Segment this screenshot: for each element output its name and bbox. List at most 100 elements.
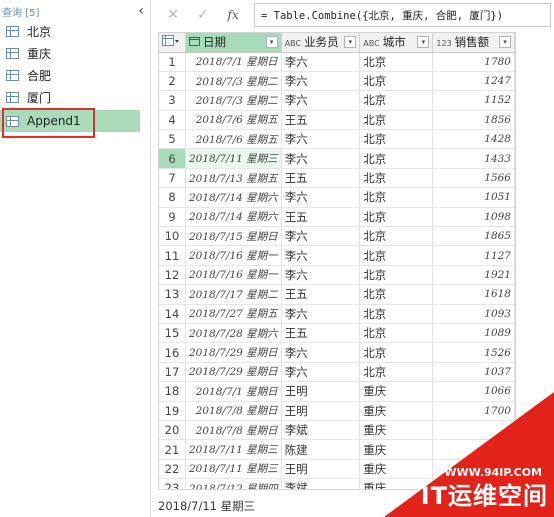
column-header-date[interactable]: 日期 ▾ (185, 33, 282, 53)
cell-rep[interactable]: 李六 (281, 304, 361, 324)
row-number[interactable]: 21 (159, 439, 186, 460)
row-number[interactable]: 19 (159, 401, 186, 421)
filter-dropdown-icon[interactable]: ▾ (499, 36, 511, 49)
cell-rep[interactable]: 王明 (281, 381, 361, 402)
filter-dropdown-icon[interactable]: ▾ (344, 36, 357, 49)
cancel-icon[interactable]: ✕ (158, 3, 188, 27)
cell-sales[interactable]: 1051 (432, 187, 515, 208)
row-number[interactable]: 8 (159, 187, 186, 208)
table-row[interactable]: 15 2018/7/28 星期六 王五 北京 1089 (159, 323, 515, 344)
cell-sales[interactable]: 1865 (432, 226, 515, 247)
table-row[interactable]: 9 2018/7/14 星期六 王五 北京 1098 (159, 207, 515, 228)
cell-sales[interactable]: 1089 (432, 323, 515, 344)
row-number[interactable]: 14 (159, 304, 186, 324)
query-item-beijing[interactable]: 北京 (0, 20, 140, 42)
table-row[interactable]: 13 2018/7/17 星期二 王五 北京 1618 (159, 284, 515, 305)
cell-date[interactable]: 2018/7/8 星期日 (185, 420, 282, 441)
table-row[interactable]: 5 2018/7/6 星期五 李六 北京 1428 (159, 129, 515, 150)
row-number[interactable]: 6 (159, 148, 186, 169)
table-row[interactable]: 11 2018/7/16 星期一 李六 北京 1127 (159, 245, 515, 266)
cell-city[interactable]: 北京 (359, 342, 434, 363)
cell-rep[interactable]: 李六 (281, 90, 361, 111)
cell-city[interactable]: 北京 (359, 245, 434, 266)
cell-sales[interactable]: 1127 (432, 245, 515, 266)
cell-date[interactable]: 2018/7/28 星期六 (185, 323, 282, 344)
cell-date[interactable]: 2018/7/11 星期三 (185, 439, 282, 460)
cell-city[interactable]: 北京 (359, 52, 434, 72)
table-row[interactable]: 7 2018/7/13 星期五 王五 北京 1566 (159, 168, 515, 189)
text-type-icon[interactable]: ABC (363, 39, 379, 48)
table-row[interactable]: 17 2018/7/29 星期日 李六 北京 1037 (159, 362, 515, 383)
table-row[interactable]: 10 2018/7/15 星期日 李六 北京 1865 (159, 226, 515, 247)
cell-city[interactable]: 北京 (359, 265, 434, 286)
cell-rep[interactable]: 王五 (281, 323, 361, 344)
cell-date[interactable]: 2018/7/29 星期日 (185, 342, 282, 363)
query-item-hefei[interactable]: 合肥 (0, 64, 140, 86)
table-row[interactable]: 6 2018/7/11 星期三 李六 北京 1433 (159, 148, 515, 169)
cell-sales[interactable]: 1037 (432, 362, 515, 383)
row-number[interactable]: 17 (159, 362, 186, 383)
cell-city[interactable]: 北京 (359, 304, 434, 324)
table-row[interactable]: 1 2018/7/1 星期日 李六 北京 1780 (159, 52, 515, 72)
cell-sales[interactable]: 1093 (432, 304, 515, 324)
cell-city[interactable]: 北京 (359, 71, 434, 92)
cell-date[interactable]: 2018/7/13 星期五 (185, 168, 282, 189)
cell-date[interactable]: 2018/7/27 星期五 (185, 304, 282, 324)
cell-date[interactable]: 2018/7/3 星期二 (185, 71, 282, 92)
table-menu-icon[interactable] (159, 33, 186, 53)
row-number[interactable]: 2 (159, 71, 186, 92)
cell-city[interactable]: 北京 (359, 168, 434, 189)
row-number[interactable]: 13 (159, 284, 186, 305)
cell-date[interactable]: 2018/7/6 星期五 (185, 129, 282, 150)
cell-date[interactable]: 2018/7/3 星期二 (185, 90, 282, 111)
row-number[interactable]: 7 (159, 168, 186, 189)
cell-date[interactable]: 2018/7/1 星期日 (185, 381, 282, 402)
query-item-append1[interactable]: Append1 (0, 110, 140, 132)
cell-sales[interactable]: 1152 (432, 90, 515, 111)
formula-input[interactable]: = Table.Combine({北京, 重庆, 合肥, 厦门}) (254, 3, 551, 27)
column-header-rep[interactable]: ABC 业务员 ▾ (281, 33, 361, 53)
cell-rep[interactable]: 王五 (281, 207, 361, 228)
table-row[interactable]: 2 2018/7/3 星期二 李六 北京 1247 (159, 71, 515, 92)
table-row[interactable]: 3 2018/7/3 星期二 李六 北京 1152 (159, 90, 515, 111)
filter-dropdown-icon[interactable]: ▾ (265, 36, 278, 49)
cell-rep[interactable]: 李斌 (281, 420, 361, 441)
cell-date[interactable]: 2018/7/14 星期六 (185, 187, 282, 208)
cell-sales[interactable]: 1247 (432, 71, 515, 92)
cell-city[interactable]: 北京 (359, 90, 434, 111)
cell-city[interactable]: 北京 (359, 226, 434, 247)
date-type-icon[interactable] (189, 37, 200, 48)
cell-sales[interactable]: 1526 (432, 342, 515, 363)
cell-rep[interactable]: 王明 (281, 401, 361, 421)
cell-city[interactable]: 北京 (359, 148, 434, 169)
cell-date[interactable]: 2018/7/6 星期五 (185, 110, 282, 131)
table-row[interactable]: 16 2018/7/29 星期日 李六 北京 1526 (159, 342, 515, 363)
cell-city[interactable]: 北京 (359, 207, 434, 228)
cell-rep[interactable]: 李六 (281, 265, 361, 286)
cell-rep[interactable]: 李六 (281, 71, 361, 92)
column-header-sales[interactable]: 123 销售额 ▾ (432, 33, 515, 53)
cell-rep[interactable]: 李六 (281, 52, 361, 72)
cell-rep[interactable]: 陈建 (281, 439, 361, 460)
table-row[interactable]: 8 2018/7/14 星期六 李六 北京 1051 (159, 187, 515, 208)
cell-sales[interactable]: 1921 (432, 265, 515, 286)
row-number[interactable]: 23 (159, 478, 186, 489)
cell-city[interactable]: 北京 (359, 323, 434, 344)
row-number[interactable]: 9 (159, 207, 186, 228)
cell-rep[interactable]: 李六 (281, 187, 361, 208)
cell-rep[interactable]: 王五 (281, 168, 361, 189)
cell-sales[interactable]: 1618 (432, 284, 515, 305)
fx-icon[interactable]: fx (218, 3, 248, 27)
confirm-icon[interactable]: ✓ (188, 3, 218, 27)
cell-rep[interactable]: 王五 (281, 284, 361, 305)
cell-sales[interactable]: 1780 (432, 52, 515, 72)
cell-city[interactable]: 北京 (359, 110, 434, 131)
row-number[interactable]: 16 (159, 342, 186, 363)
cell-rep[interactable]: 李六 (281, 342, 361, 363)
row-number[interactable]: 12 (159, 265, 186, 286)
cell-date[interactable]: 2018/7/17 星期二 (185, 284, 282, 305)
column-header-city[interactable]: ABC 城市 ▾ (359, 33, 434, 53)
cell-rep[interactable]: 李六 (281, 226, 361, 247)
cell-rep[interactable]: 李六 (281, 245, 361, 266)
number-type-icon[interactable]: 123 (436, 39, 451, 48)
